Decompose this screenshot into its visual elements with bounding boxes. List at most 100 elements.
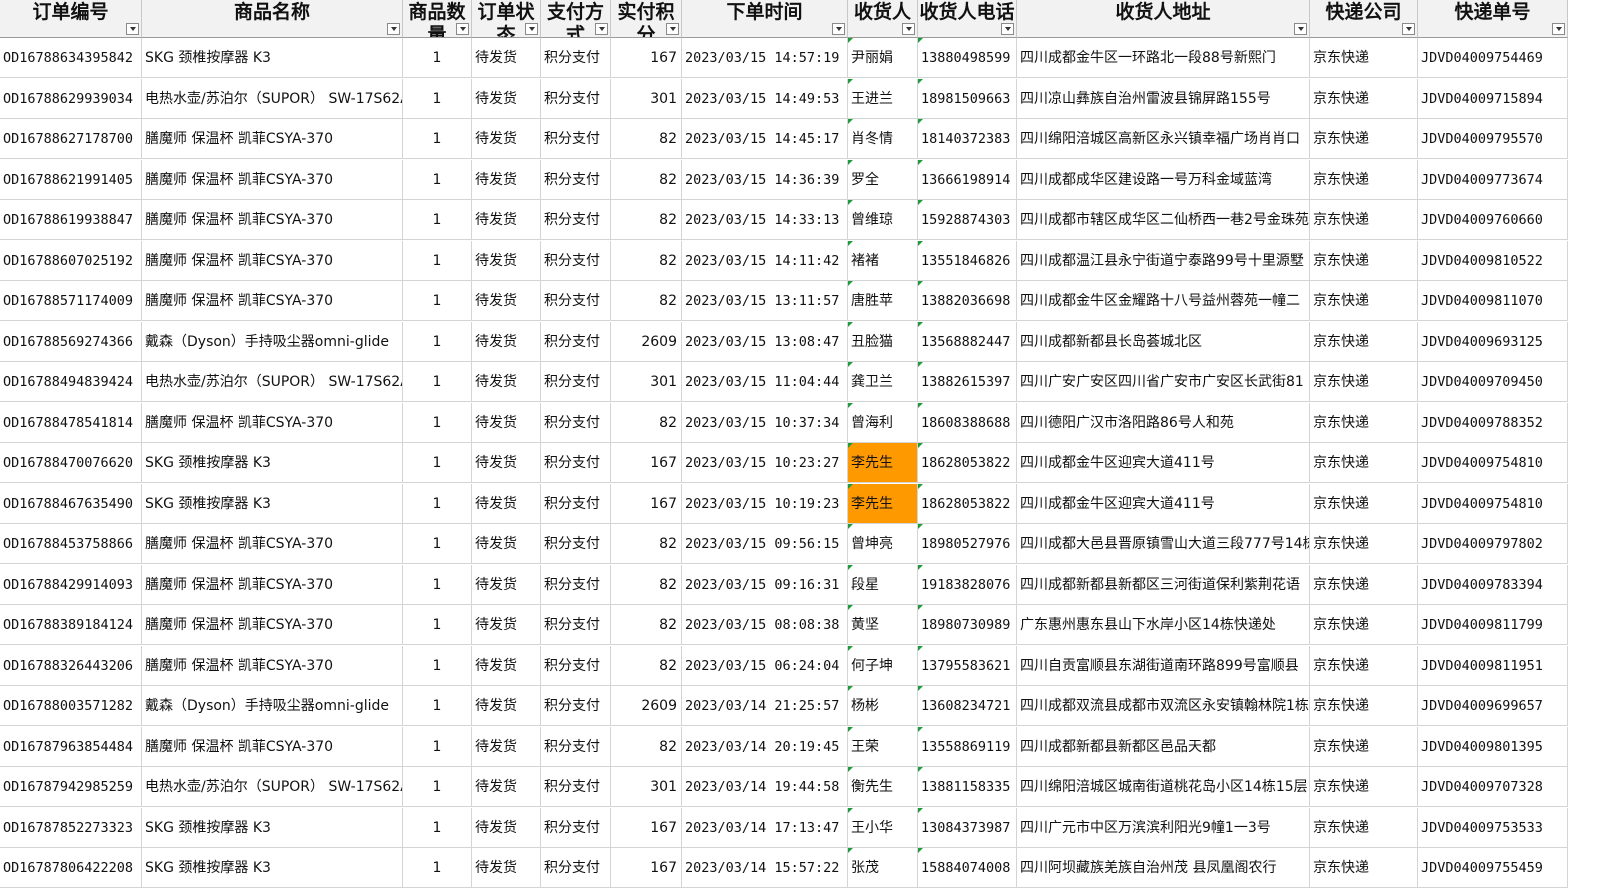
cell-tracking[interactable]: JDVD04009715894	[1418, 78, 1568, 119]
cell-pay-method[interactable]: 积分支付	[541, 807, 611, 848]
cell-product[interactable]: 膳魔师 保温杯 凯菲CSYA-370	[142, 645, 403, 686]
cell-address[interactable]: 四川成都金牛区迎宾大道411号	[1017, 483, 1310, 524]
filter-dropdown-icon[interactable]	[1294, 23, 1307, 35]
cell-product[interactable]: 膳魔师 保温杯 凯菲CSYA-370	[142, 605, 403, 645]
cell-phone[interactable]: 18980730989	[918, 605, 1017, 645]
cell-address[interactable]: 四川绵阳涪城区高新区永兴镇幸福广场肖肖口	[1017, 119, 1310, 159]
column-header-tracking[interactable]: 快递单号	[1418, 0, 1568, 38]
cell-tracking[interactable]: JDVD04009811070	[1418, 281, 1568, 321]
cell-tracking[interactable]: JDVD04009783394	[1418, 564, 1568, 605]
cell-product[interactable]: 电热水壶/苏泊尔（SUPOR） SW-17S62A	[142, 362, 403, 402]
cell-tracking[interactable]: JDVD04009801395	[1418, 726, 1568, 767]
cell-receiver[interactable]: 黄坚	[848, 605, 918, 645]
cell-qty[interactable]: 1	[403, 159, 472, 200]
cell-points[interactable]: 82	[611, 605, 682, 645]
cell-status[interactable]: 待发货	[472, 767, 541, 807]
cell-points[interactable]: 167	[611, 38, 682, 78]
cell-order-id[interactable]: OD16788429914093	[0, 564, 142, 605]
cell-status[interactable]: 待发货	[472, 200, 541, 240]
cell-status[interactable]: 待发货	[472, 240, 541, 281]
cell-phone[interactable]: 13666198914	[918, 159, 1017, 200]
cell-order-time[interactable]: 2023/03/15 10:23:27	[682, 443, 848, 483]
cell-receiver[interactable]: 龚卫兰	[848, 362, 918, 402]
cell-pay-method[interactable]: 积分支付	[541, 605, 611, 645]
cell-points[interactable]: 2609	[611, 686, 682, 726]
cell-status[interactable]: 待发货	[472, 281, 541, 321]
cell-pay-method[interactable]: 积分支付	[541, 848, 611, 888]
cell-phone[interactable]: 13568882447	[918, 321, 1017, 362]
cell-tracking[interactable]: JDVD04009754810	[1418, 443, 1568, 483]
cell-receiver[interactable]: 肖冬情	[848, 119, 918, 159]
cell-order-time[interactable]: 2023/03/14 17:13:47	[682, 807, 848, 848]
cell-address[interactable]: 四川成都新都县新都区三河街道保利紫荆花语	[1017, 564, 1310, 605]
cell-product[interactable]: SKG 颈椎按摩器 K3	[142, 443, 403, 483]
cell-order-time[interactable]: 2023/03/15 14:49:53	[682, 78, 848, 119]
cell-courier[interactable]: 京东快递	[1310, 726, 1418, 767]
cell-address[interactable]: 四川成都金牛区一环路北一段88号新熙门	[1017, 38, 1310, 78]
cell-qty[interactable]: 1	[403, 200, 472, 240]
column-header-points[interactable]: 实付积分	[611, 0, 682, 38]
cell-courier[interactable]: 京东快递	[1310, 443, 1418, 483]
column-header-address[interactable]: 收货人地址	[1017, 0, 1310, 38]
cell-qty[interactable]: 1	[403, 38, 472, 78]
cell-phone[interactable]: 18980527976	[918, 524, 1017, 564]
cell-order-id[interactable]: OD16788607025192	[0, 240, 142, 281]
filter-dropdown-icon[interactable]	[525, 23, 538, 35]
cell-points[interactable]: 301	[611, 767, 682, 807]
cell-points[interactable]: 167	[611, 807, 682, 848]
cell-order-id[interactable]: OD16788453758866	[0, 524, 142, 564]
cell-order-id[interactable]: OD16787942985259	[0, 767, 142, 807]
cell-pay-method[interactable]: 积分支付	[541, 240, 611, 281]
cell-qty[interactable]: 1	[403, 524, 472, 564]
cell-status[interactable]: 待发货	[472, 645, 541, 686]
cell-address[interactable]: 四川成都新都县新都区邑品天都	[1017, 726, 1310, 767]
cell-receiver[interactable]: 何子坤	[848, 645, 918, 686]
cell-product[interactable]: 电热水壶/苏泊尔（SUPOR） SW-17S62A	[142, 767, 403, 807]
cell-order-id[interactable]: OD16788627178700	[0, 119, 142, 159]
column-header-order-id[interactable]: 订单编号	[0, 0, 142, 38]
cell-pay-method[interactable]: 积分支付	[541, 321, 611, 362]
cell-tracking[interactable]: JDVD04009709450	[1418, 362, 1568, 402]
cell-receiver[interactable]: 杨彬	[848, 686, 918, 726]
cell-points[interactable]: 82	[611, 281, 682, 321]
cell-phone[interactable]: 13558869119	[918, 726, 1017, 767]
cell-address[interactable]: 四川自贡富顺县东湖街道南环路899号富顺县	[1017, 645, 1310, 686]
cell-courier[interactable]: 京东快递	[1310, 767, 1418, 807]
cell-tracking[interactable]: JDVD04009707328	[1418, 767, 1568, 807]
cell-product[interactable]: 膳魔师 保温杯 凯菲CSYA-370	[142, 159, 403, 200]
cell-courier[interactable]: 京东快递	[1310, 362, 1418, 402]
cell-status[interactable]: 待发货	[472, 159, 541, 200]
cell-product[interactable]: SKG 颈椎按摩器 K3	[142, 483, 403, 524]
cell-courier[interactable]: 京东快递	[1310, 402, 1418, 443]
cell-phone[interactable]: 18608388688	[918, 402, 1017, 443]
filter-dropdown-icon[interactable]	[1552, 23, 1565, 35]
filter-dropdown-icon[interactable]	[1402, 23, 1415, 35]
filter-dropdown-icon[interactable]	[456, 23, 469, 35]
cell-order-time[interactable]: 2023/03/15 08:08:38	[682, 605, 848, 645]
cell-product[interactable]: SKG 颈椎按摩器 K3	[142, 848, 403, 888]
cell-tracking[interactable]: JDVD04009699657	[1418, 686, 1568, 726]
cell-pay-method[interactable]: 积分支付	[541, 78, 611, 119]
cell-order-id[interactable]: OD16788470076620	[0, 443, 142, 483]
cell-points[interactable]: 82	[611, 402, 682, 443]
cell-qty[interactable]: 1	[403, 362, 472, 402]
cell-tracking[interactable]: JDVD04009773674	[1418, 159, 1568, 200]
cell-order-time[interactable]: 2023/03/15 14:36:39	[682, 159, 848, 200]
cell-receiver[interactable]: 李先生	[848, 483, 918, 524]
cell-receiver[interactable]: 尹丽娟	[848, 38, 918, 78]
cell-points[interactable]: 2609	[611, 321, 682, 362]
filter-dropdown-icon[interactable]	[832, 23, 845, 35]
cell-receiver[interactable]: 罗全	[848, 159, 918, 200]
cell-address[interactable]: 四川广元市中区万滨滨利阳光9幢1一3号	[1017, 807, 1310, 848]
cell-address[interactable]: 四川绵阳涪城区城南街道桃花岛小区14栋15层	[1017, 767, 1310, 807]
cell-tracking[interactable]: JDVD04009754810	[1418, 483, 1568, 524]
filter-dropdown-icon[interactable]	[666, 23, 679, 35]
cell-points[interactable]: 167	[611, 848, 682, 888]
cell-qty[interactable]: 1	[403, 321, 472, 362]
cell-address[interactable]: 四川成都金牛区迎宾大道411号	[1017, 443, 1310, 483]
cell-qty[interactable]: 1	[403, 483, 472, 524]
cell-qty[interactable]: 1	[403, 281, 472, 321]
cell-product[interactable]: SKG 颈椎按摩器 K3	[142, 807, 403, 848]
cell-points[interactable]: 82	[611, 645, 682, 686]
cell-tracking[interactable]: JDVD04009755459	[1418, 848, 1568, 888]
